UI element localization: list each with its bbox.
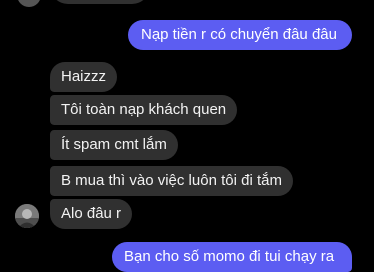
message-bubble-outgoing[interactable]: Nạp tiền r có chuyển đâu đâu: [128, 20, 352, 50]
message-bubble-incoming[interactable]: Tôi toàn nạp khách quen: [50, 95, 238, 125]
message-bubble-incoming[interactable]: Alo đâu r: [50, 199, 133, 229]
message-bubble-incoming[interactable]: B mua thì vào việc luôn tôi đi tắm: [50, 166, 293, 196]
message-bubble-cut-top: [50, 0, 150, 4]
contact-avatar-icon: [15, 204, 39, 228]
message-bubble-incoming[interactable]: Ít spam cmt lắm: [50, 130, 178, 160]
message-bubble-incoming[interactable]: Haizzz: [50, 62, 118, 92]
contact-avatar-icon[interactable]: [17, 0, 41, 7]
message-bubble-outgoing[interactable]: Bạn cho số momo đi tui chạy ra: [112, 242, 352, 272]
message-thread: Nạp tiền r có chuyển đâu đâu Haizzz Tôi …: [0, 0, 374, 272]
contact-avatar-icon[interactable]: [15, 204, 39, 228]
